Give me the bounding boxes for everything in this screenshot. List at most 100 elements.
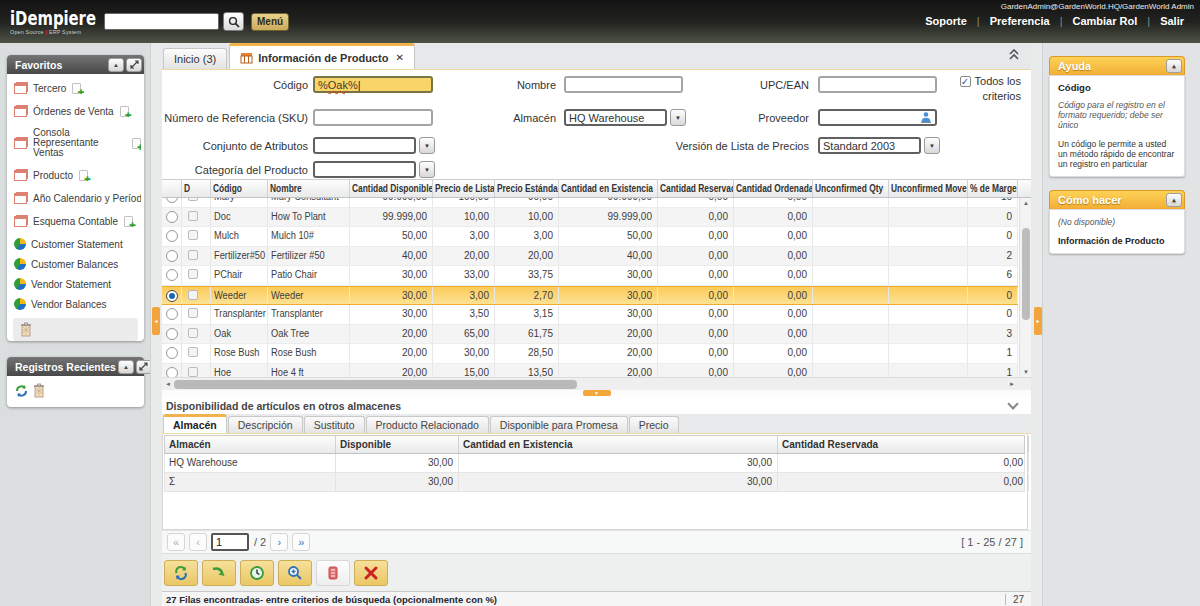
favorite-window-item[interactable]: Año Calendario y Período (14, 192, 141, 204)
column-header[interactable]: Código (211, 180, 268, 197)
row-radio[interactable] (166, 328, 178, 340)
precio-lista-input[interactable]: Standard 2003 (818, 137, 921, 154)
zoom-button[interactable] (278, 560, 312, 586)
row-checkbox[interactable] (188, 290, 198, 300)
table-row[interactable]: DocHow To Plant99.999,0010,0010,0099.999… (162, 208, 1018, 228)
collapse-recent-button[interactable]: ▲ (118, 360, 134, 374)
row-checkbox[interactable] (188, 211, 198, 221)
collapse-favorites-button[interactable]: ▲ (108, 58, 124, 72)
table-row[interactable]: PChairPatio Chair30,0033,0033,7530,000,0… (162, 266, 1018, 286)
first-page-button[interactable]: « (167, 533, 185, 551)
top-link-salir[interactable]: Salir (1150, 15, 1194, 27)
south-splitter[interactable]: ▼ (162, 390, 1031, 397)
collapse-all-icon[interactable] (1009, 49, 1019, 62)
detail-column-header[interactable]: Cantidad Reservada (778, 436, 1029, 453)
detail-tab-disponible-para-promesa[interactable]: Disponible para Promesa (490, 416, 628, 433)
favorite-report-item[interactable]: Customer Balances (14, 258, 141, 270)
favorite-window-item[interactable]: Esquema Contable (14, 215, 141, 227)
collapse-detail-icon[interactable] (1007, 398, 1018, 409)
detail-tab-almacén[interactable]: Almacén (163, 414, 227, 433)
column-header[interactable]: D (182, 180, 211, 197)
column-header[interactable]: Cantidad Ordenada (734, 180, 813, 197)
column-header[interactable]: Precio de Lista (433, 180, 495, 197)
atributos-dropdown-button[interactable]: ▼ (419, 137, 435, 154)
column-header[interactable]: Cantidad Reservada (658, 180, 734, 197)
favorite-report-item[interactable]: Vendor Statement (14, 278, 141, 290)
detail-tab-descripción[interactable]: Descripción (228, 416, 303, 433)
tab-home[interactable]: Inicio (3) (163, 48, 227, 69)
table-row[interactable]: HoeHoe 4 ft20,0015,0013,5020,000,000,001 (162, 364, 1018, 378)
favorite-report-item[interactable]: Vendor Balances (14, 298, 141, 310)
refresh-button[interactable] (164, 560, 198, 586)
expand-favorites-button[interactable] (126, 58, 142, 72)
detail-column-header[interactable]: Disponible (336, 436, 459, 453)
column-header[interactable]: Cantidad Disponible (350, 180, 433, 197)
print-button[interactable] (316, 560, 350, 586)
page-number-input[interactable]: 1 (211, 533, 249, 551)
cancel-button[interactable] (354, 560, 388, 586)
table-row[interactable]: OakOak Tree20,0065,0061,7520,000,000,003 (162, 325, 1018, 345)
row-radio[interactable] (166, 347, 178, 359)
almacen-input[interactable]: HQ Warehouse (564, 109, 667, 126)
left-splitter[interactable]: ◄ (150, 43, 162, 606)
history-button[interactable] (240, 560, 274, 586)
menu-button[interactable]: Menú (251, 13, 289, 31)
detail-tab-producto-relacionado[interactable]: Producto Relacionado (366, 416, 489, 433)
add-new-record-icon[interactable] (79, 170, 88, 181)
row-checkbox[interactable] (188, 328, 198, 338)
favorite-window-item[interactable]: Producto (14, 169, 141, 181)
detail-tab-precio[interactable]: Precio (629, 416, 679, 433)
favorite-window-item[interactable]: Tercero (14, 82, 141, 94)
row-radio[interactable] (166, 308, 178, 320)
add-new-record-icon[interactable] (132, 138, 141, 149)
table-row[interactable]: MulchMulch 10#50,003,003,0050,000,000,00… (162, 227, 1018, 247)
row-checkbox[interactable] (188, 198, 198, 201)
row-checkbox[interactable] (188, 367, 198, 377)
favorite-report-item[interactable]: Customer Statement (14, 238, 141, 250)
favorite-window-item[interactable]: Consola Representante Ventas (14, 128, 141, 158)
top-link-preferencia[interactable]: Preferencia (980, 15, 1060, 27)
column-header[interactable]: Unconfirmed Move (889, 180, 968, 197)
row-checkbox[interactable] (188, 308, 198, 318)
top-link-soporte[interactable]: Soporte (915, 15, 977, 27)
add-new-record-icon[interactable] (72, 83, 81, 94)
favorites-trash-bar[interactable] (13, 318, 138, 341)
scroll-up-icon[interactable]: ▲ (1023, 200, 1029, 206)
column-header[interactable]: Unconfirmed Qty (813, 180, 889, 197)
next-page-button[interactable]: › (270, 533, 288, 551)
row-checkbox[interactable] (188, 230, 198, 240)
categoria-dropdown-button[interactable]: ▼ (419, 161, 435, 178)
column-header[interactable]: Cantidad en Existencia (559, 180, 658, 197)
table-row[interactable]: MaryMary Consultant99.999,00100,0090,009… (162, 198, 1018, 208)
table-row[interactable]: TransplanterTransplanter30,003,503,1530,… (162, 305, 1018, 325)
row-radio[interactable] (166, 367, 178, 378)
row-radio[interactable] (166, 269, 178, 281)
detail-tab-sustituto[interactable]: Sustituto (304, 416, 365, 433)
vertical-scrollbar[interactable]: ▲ ▼ (1019, 198, 1031, 377)
vscroll-thumb[interactable] (1022, 228, 1030, 320)
categoria-input[interactable] (313, 161, 416, 178)
column-header[interactable]: Nombre (268, 180, 350, 197)
row-checkbox[interactable] (188, 269, 198, 279)
atributos-input[interactable] (313, 137, 416, 154)
last-page-button[interactable]: » (292, 533, 310, 551)
detail-column-header[interactable]: Almacén (165, 436, 336, 453)
row-radio[interactable] (166, 198, 178, 203)
column-header[interactable] (162, 180, 182, 197)
row-radio[interactable] (166, 230, 178, 242)
hscroll-thumb[interactable] (174, 380, 577, 389)
scroll-right-icon[interactable]: ► (1009, 381, 1015, 387)
table-row[interactable]: WeederWeeder30,003,002,7030,000,000,000 (162, 286, 1018, 306)
detail-table-row[interactable]: Σ30,0030,000,00 (164, 473, 1025, 492)
prev-page-button[interactable]: ‹ (189, 533, 207, 551)
horizontal-scrollbar[interactable]: ◄ ► (162, 377, 1031, 390)
right-splitter[interactable]: ► (1031, 43, 1043, 606)
south-splitter-grip[interactable]: ▼ (583, 390, 611, 396)
right-splitter-grip[interactable]: ► (1034, 307, 1042, 335)
add-new-record-icon[interactable] (124, 216, 133, 227)
global-search-input[interactable] (104, 13, 219, 30)
column-header[interactable]: % de Margen (968, 180, 1018, 197)
collapse-ayuda-button[interactable]: ▲ (1166, 59, 1182, 73)
scroll-down-icon[interactable]: ▼ (1023, 369, 1029, 375)
precio-lista-dropdown-button[interactable]: ▼ (924, 137, 940, 154)
